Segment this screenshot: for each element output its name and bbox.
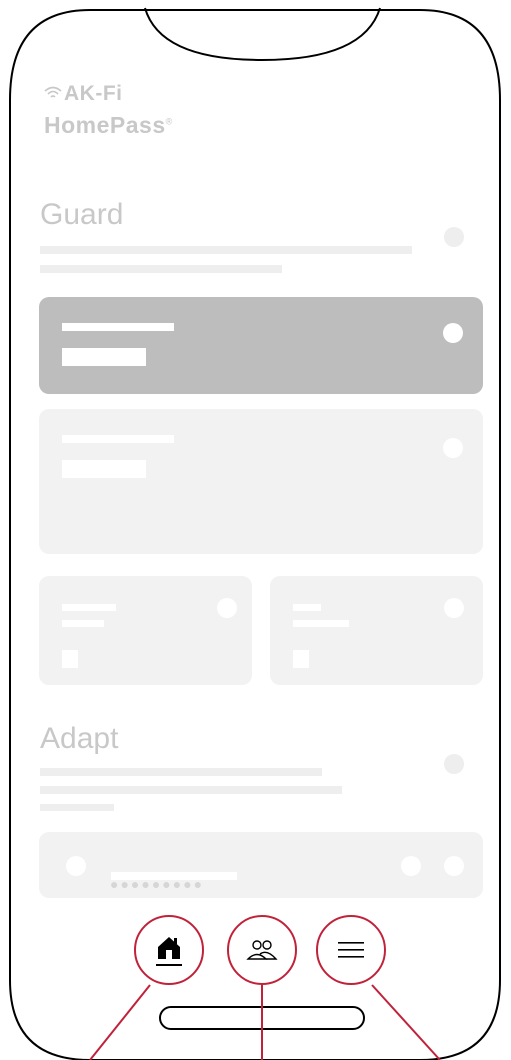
nav-home-button[interactable] [134, 915, 204, 985]
card-title-line [62, 604, 116, 611]
wifi-icon [44, 86, 62, 98]
network-row[interactable] [39, 832, 483, 898]
card-toggle[interactable] [217, 598, 237, 618]
registered-mark: ® [165, 116, 173, 127]
people-icon [246, 940, 278, 960]
guard-card[interactable] [39, 409, 483, 554]
guard-card-selected[interactable] [39, 297, 483, 394]
guard-title: Guard [40, 198, 124, 231]
card-subtitle-line [62, 620, 104, 627]
guard-description-line-2 [40, 265, 282, 273]
network-status-dot [66, 856, 86, 876]
network-action-2[interactable] [444, 856, 464, 876]
card-title-line [293, 604, 321, 611]
network-password-mask: ●●●●●●●●● [110, 876, 205, 892]
card-value-block [62, 460, 146, 478]
brand-logo: AK-Fi [44, 82, 123, 106]
adapt-toggle[interactable] [444, 754, 464, 774]
brand-product-name: HomePass [44, 112, 166, 138]
brand-name: AK-Fi [64, 82, 123, 105]
guard-toggle[interactable] [444, 227, 464, 247]
brand-product: HomePass® [44, 112, 173, 139]
card-value-block [62, 650, 78, 668]
adapt-description-line-3 [40, 804, 114, 811]
guard-small-card-left[interactable] [39, 576, 252, 685]
card-toggle[interactable] [443, 323, 463, 343]
home-icon [156, 937, 182, 966]
card-title-line [62, 323, 174, 331]
card-value-block [293, 650, 309, 668]
guard-description-line-1 [40, 246, 412, 254]
card-title-line [62, 435, 174, 443]
adapt-description-line-2 [40, 786, 342, 794]
guard-small-card-right[interactable] [270, 576, 483, 685]
card-toggle[interactable] [443, 438, 463, 458]
card-subtitle-line [293, 620, 349, 627]
card-toggle[interactable] [444, 598, 464, 618]
adapt-description-line-1 [40, 768, 322, 776]
network-action-1[interactable] [401, 856, 421, 876]
nav-menu-button[interactable] [316, 915, 386, 985]
adapt-title: Adapt [40, 722, 119, 755]
card-value-block [62, 348, 146, 366]
nav-people-button[interactable] [227, 915, 297, 985]
menu-icon [338, 942, 364, 958]
